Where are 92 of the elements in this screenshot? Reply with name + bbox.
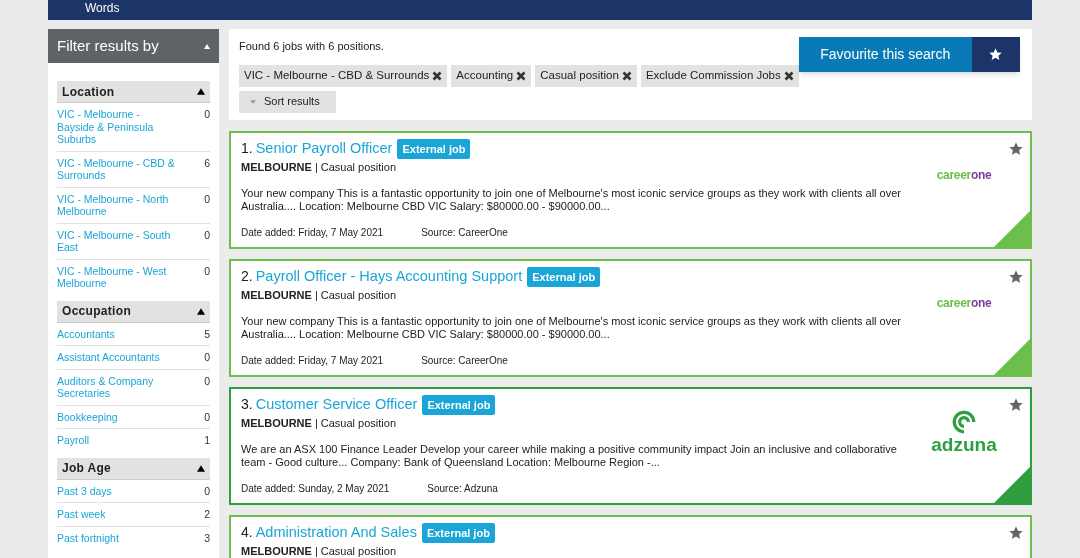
filter-header[interactable]: Filter results by bbox=[48, 29, 219, 63]
star-icon[interactable] bbox=[1008, 525, 1024, 541]
job-number: 4. bbox=[241, 523, 253, 543]
filter-count: 2 bbox=[204, 508, 210, 521]
job-type: | Casual position bbox=[314, 416, 396, 430]
results-summary: Found 6 jobs with 6 positions. bbox=[239, 39, 385, 54]
filter-link[interactable]: Past week bbox=[57, 508, 185, 521]
filter-link[interactable]: Payroll bbox=[57, 434, 185, 447]
job-source: Source: CareerOne bbox=[421, 353, 508, 368]
job-description: Your new company This is a fantastic opportunity to join one of Melbourne's most iconic service groups as they work with clients all over Australia.... Location: Melbourne CBD VIC Salary: $80000.00 - $90000.00... bbox=[241, 186, 902, 213]
job-description: We are an ASX 100 Finance Leader Develop your career while making a positive community impact Join an inclusive and collaborative team - Good culture... Company: Bank of Queensland Location: Melbourne Region -... bbox=[241, 442, 898, 469]
date-added: Date added: Friday, 7 May 2021 bbox=[241, 225, 384, 240]
job-number: 2. bbox=[241, 267, 253, 287]
job-card[interactable] bbox=[229, 259, 1032, 377]
filter-count: 0 bbox=[204, 264, 210, 277]
careerone-logo: careerone bbox=[936, 167, 992, 184]
close-icon bbox=[432, 70, 443, 81]
sort-button[interactable]: Sort results bbox=[239, 90, 336, 113]
filter-link[interactable]: Past fortnight bbox=[57, 531, 185, 544]
collapse-arrow-icon[interactable] bbox=[197, 88, 205, 95]
job-source: Source: CareerOne bbox=[421, 225, 508, 240]
date-added: Date added: Sunday, 2 May 2021 bbox=[241, 481, 390, 496]
filter-count: 1 bbox=[204, 434, 210, 447]
filter-count: 3 bbox=[204, 531, 210, 544]
filter-link[interactable]: Auditors & Company Secretaries bbox=[57, 374, 185, 400]
filter-tag[interactable]: VIC - Melbourne - CBD & Surrounds bbox=[239, 64, 448, 87]
star-icon[interactable] bbox=[1008, 397, 1024, 413]
filter-count: 0 bbox=[204, 484, 210, 497]
careerone-logo: careerone bbox=[936, 295, 992, 312]
job-number: 1. bbox=[241, 139, 253, 159]
filter-link[interactable]: Accountants bbox=[57, 327, 185, 340]
star-icon[interactable] bbox=[988, 47, 1004, 62]
adzuna-logo: adzuna bbox=[931, 408, 997, 454]
filter-group-header[interactable]: Occupation bbox=[57, 300, 210, 323]
star-icon[interactable] bbox=[1008, 269, 1024, 285]
job-card[interactable] bbox=[229, 131, 1032, 249]
job-number: 3. bbox=[241, 395, 253, 415]
filter-link[interactable]: VIC - Melbourne - West Melbourne bbox=[57, 264, 185, 290]
close-icon bbox=[516, 70, 527, 81]
close-icon bbox=[621, 70, 632, 81]
filter-count: 0 bbox=[204, 351, 210, 364]
collapse-arrow-icon[interactable] bbox=[197, 464, 205, 472]
close-icon bbox=[783, 70, 794, 81]
job-type: | Casual position bbox=[314, 160, 396, 174]
filter-count: 0 bbox=[204, 374, 210, 387]
corner-triangle-icon bbox=[994, 211, 1030, 247]
caret-icon bbox=[250, 99, 256, 104]
job-type: | Casual position bbox=[314, 288, 396, 302]
filter-link[interactable]: VIC - Melbourne - South East bbox=[57, 228, 185, 254]
filter-link[interactable]: VIC - Melbourne - CBD & Surrounds bbox=[57, 156, 185, 182]
external-job-badge: External job bbox=[422, 394, 496, 416]
filter-link[interactable]: Bookkeeping bbox=[57, 410, 185, 423]
job-card[interactable]: 4. Administration And Sales External job MELBOURNE | Casual position bbox=[229, 515, 1032, 558]
filter-link[interactable]: Past 3 days bbox=[57, 484, 185, 497]
filter-count: 6 bbox=[204, 156, 210, 169]
job-source: Source: Adzuna bbox=[427, 481, 498, 496]
filter-count: 0 bbox=[204, 228, 210, 241]
external-job-badge: External job bbox=[527, 266, 601, 288]
job-title-link[interactable]: Payroll Officer - Hays Accounting Support bbox=[255, 266, 523, 288]
filter-link[interactable]: Assistant Accountants bbox=[57, 351, 185, 364]
filter-tag[interactable]: Casual position bbox=[535, 64, 637, 87]
filter-link[interactable]: VIC - Melbourne - Bayside & Peninsula Suburbs bbox=[57, 108, 185, 146]
filter-count: 0 bbox=[204, 410, 210, 423]
favourite-star-button[interactable] bbox=[971, 37, 1020, 72]
job-location: MELBOURNE bbox=[241, 160, 312, 174]
external-job-badge: External job bbox=[421, 522, 495, 544]
corner-triangle-icon bbox=[994, 339, 1030, 375]
filter-count: 0 bbox=[204, 108, 210, 121]
filter-tag[interactable]: Accounting bbox=[451, 64, 532, 87]
job-card[interactable] bbox=[229, 387, 1032, 505]
filter-link[interactable]: VIC - Melbourne - North Melbourne bbox=[57, 192, 185, 218]
filter-group-header[interactable]: Location bbox=[57, 81, 210, 103]
job-title-link[interactable]: Administration And Sales bbox=[255, 522, 417, 544]
date-added: Date added: Friday, 7 May 2021 bbox=[241, 353, 384, 368]
filter-count: 0 bbox=[204, 192, 210, 205]
job-location: MELBOURNE bbox=[241, 288, 312, 302]
job-location: MELBOURNE bbox=[241, 544, 312, 558]
job-location: MELBOURNE bbox=[241, 416, 312, 430]
collapse-arrow-icon[interactable] bbox=[204, 43, 210, 49]
job-type: | Casual position bbox=[314, 544, 396, 558]
job-description: Your new company This is a fantastic opportunity to join one of Melbourne's most iconic service groups as they work with clients all over Australia.... Location: Melbourne CBD VIC Salary: $80000.00 - $90000.00... bbox=[241, 314, 902, 341]
favourite-button[interactable]: Favourite this search bbox=[798, 37, 972, 72]
filter-tag[interactable]: Exclude Commission Jobs bbox=[640, 64, 799, 87]
external-job-badge: External job bbox=[397, 138, 471, 160]
nav-label[interactable]: Words bbox=[85, 2, 120, 14]
filter-group-header[interactable]: Job Age bbox=[57, 457, 210, 480]
job-title-link[interactable]: Customer Service Officer bbox=[255, 394, 418, 416]
star-icon[interactable] bbox=[1008, 141, 1024, 157]
collapse-arrow-icon[interactable] bbox=[197, 307, 205, 315]
filter-count: 5 bbox=[204, 327, 210, 340]
corner-triangle-icon bbox=[994, 467, 1030, 503]
job-title-link[interactable]: Senior Payroll Officer bbox=[255, 138, 393, 160]
